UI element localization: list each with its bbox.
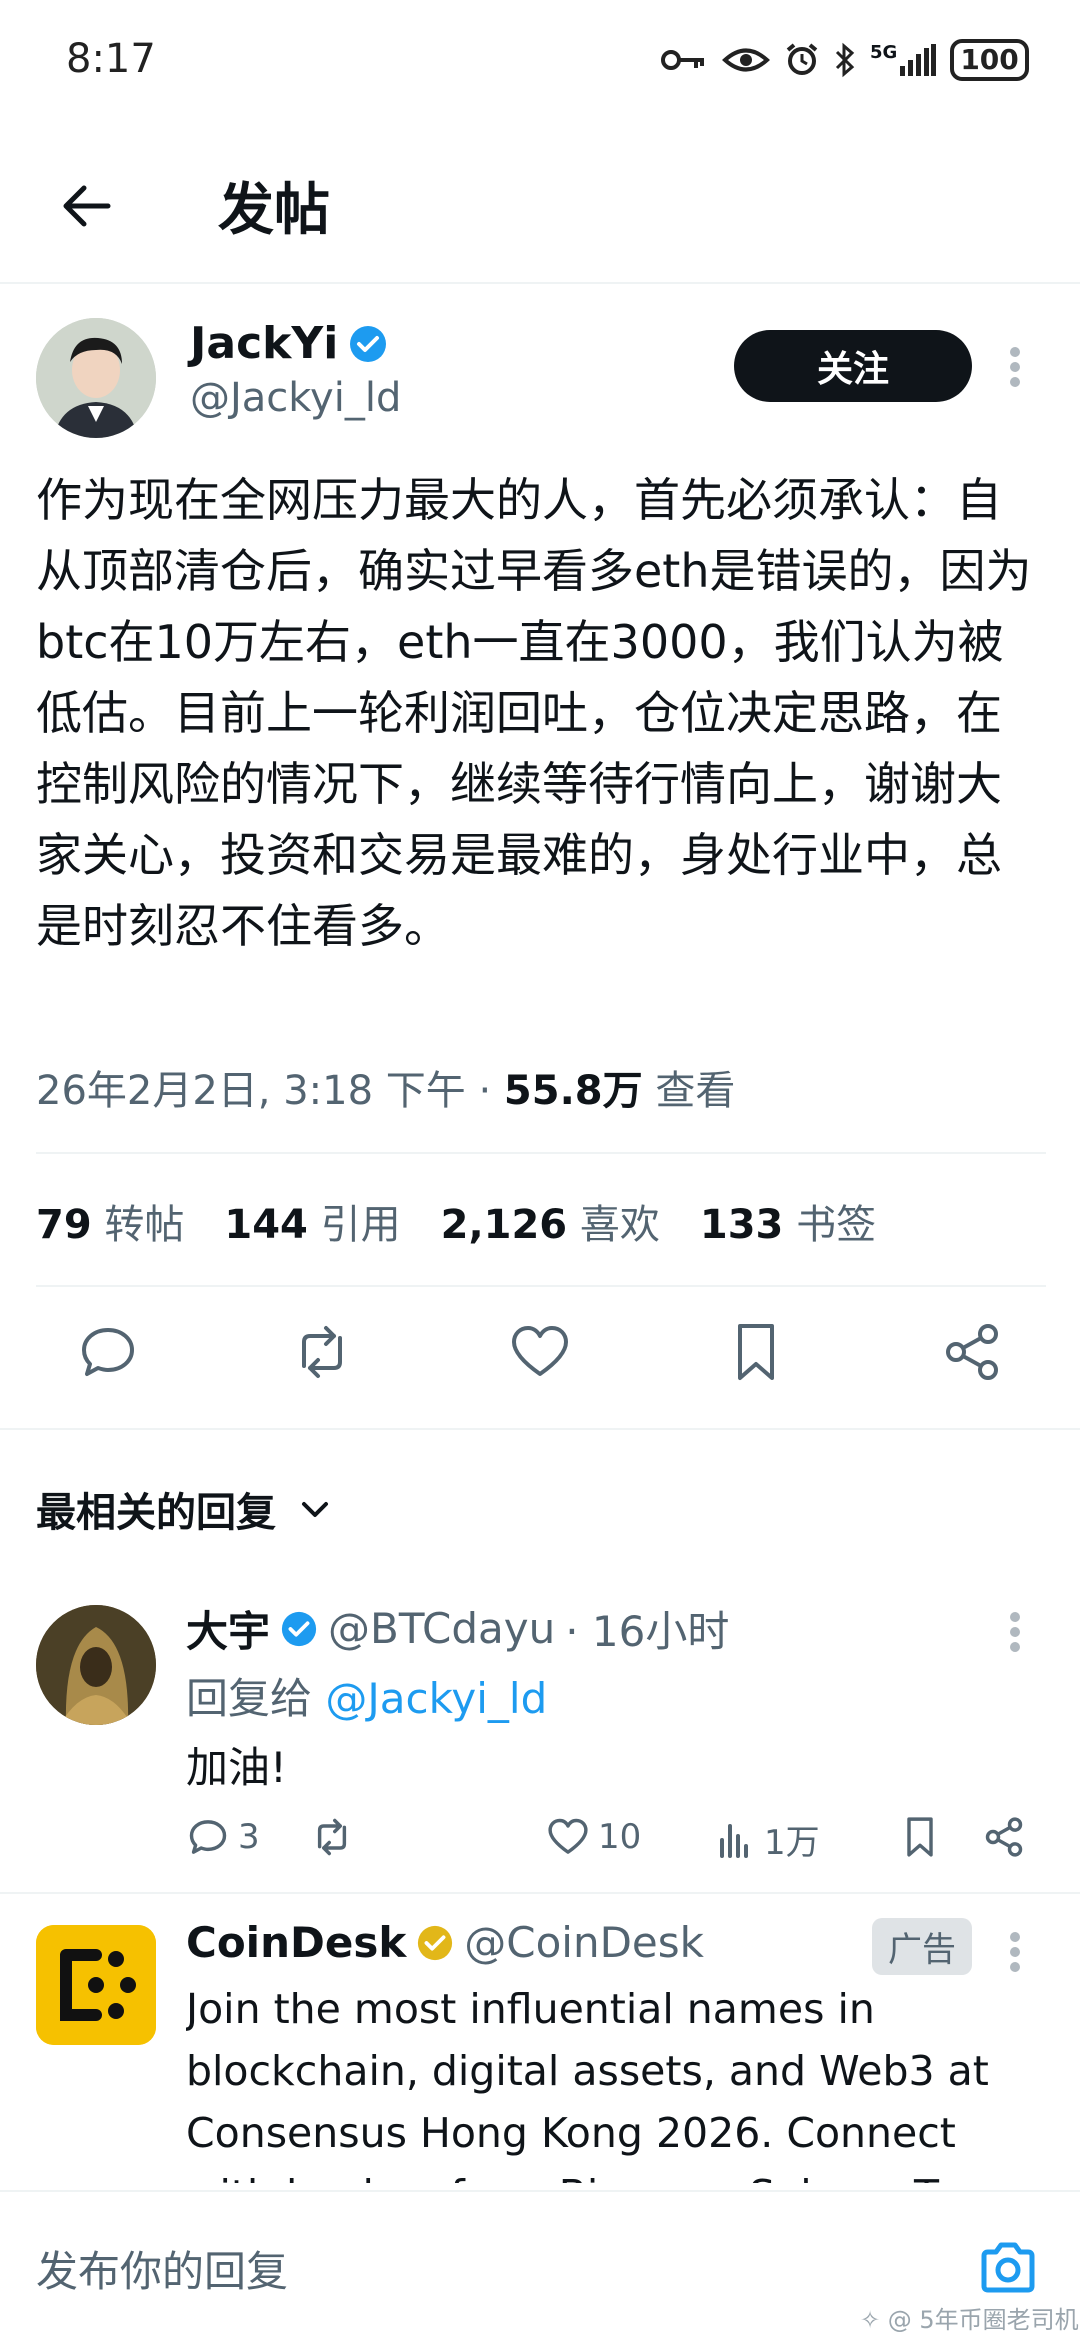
post-stats: 79 转帖 144 引用 2,126 喜欢 133 书签 [36, 1192, 876, 1250]
actions-divider [0, 1428, 1080, 1430]
post-views-label: 查看 [642, 1068, 736, 1114]
header-divider [0, 282, 1080, 284]
comment-button[interactable] [76, 1320, 140, 1384]
status-time: 8:17 [66, 36, 156, 82]
reply-comment-count: 3 [238, 1817, 260, 1857]
camera-button[interactable] [976, 2236, 1040, 2300]
status-icons: 5G 100 [660, 36, 1029, 84]
comment-icon [82, 1328, 134, 1376]
bookmark-icon [907, 1817, 933, 1857]
more-options-icon[interactable] [1008, 1930, 1022, 1974]
replies-sort-dropdown[interactable]: 最相关的回复 [36, 1480, 332, 1538]
meta-divider [36, 1152, 1046, 1154]
reply-views-count: 1万 [764, 1823, 820, 1863]
battery-indicator: 100 [950, 39, 1029, 81]
ad-text: Join the most influential names in block… [186, 1985, 1000, 2183]
share-button[interactable] [940, 1320, 1004, 1384]
share-icon [985, 1817, 1023, 1857]
reply-like-count: 10 [598, 1817, 642, 1857]
reply-comment-button[interactable]: 3 [186, 1815, 260, 1859]
author-avatar[interactable] [36, 318, 156, 438]
reply-bookmark-button[interactable] [898, 1815, 942, 1859]
ad-avatar[interactable] [36, 1925, 156, 2045]
reply-to-line: 回复给 @Jackyi_ld [186, 1665, 547, 1726]
signal-icon: 5G [870, 42, 937, 76]
post-date: 26年2月2日, 3:18 下午 · [36, 1068, 504, 1114]
stat-count: 2,126 [440, 1202, 568, 1248]
stat-label: 喜欢 [579, 1202, 660, 1248]
share-icon [946, 1324, 998, 1380]
reply-to-label: 回复给 [186, 1674, 326, 1723]
replies-sort-label: 最相关的回复 [36, 1490, 276, 1536]
repost-button[interactable] [290, 1320, 354, 1384]
network-type: 5G [870, 42, 898, 63]
more-options-icon[interactable] [1008, 345, 1022, 389]
camera-icon [981, 2242, 1035, 2293]
alarm-icon [784, 42, 820, 78]
bookmark-icon [738, 1324, 774, 1380]
reply-author-handle[interactable]: @BTCdayu [328, 1604, 555, 1653]
heart-icon [548, 1818, 588, 1854]
reply-header: 大宇 @BTCdayu · 16小时 [186, 1598, 729, 1659]
stat-reposts[interactable]: 79 转帖 [36, 1192, 184, 1250]
bluetooth-icon [834, 42, 856, 78]
ad-author-handle[interactable]: @CoinDesk [464, 1918, 704, 1967]
comment-icon [189, 1820, 227, 1854]
watermark: ✧ @ 5年币圈老司机 [860, 2306, 1079, 2334]
verified-badge-icon [280, 1610, 318, 1648]
verified-gold-badge-icon [416, 1924, 454, 1962]
reply-to-handle[interactable]: @Jackyi_ld [325, 1674, 547, 1723]
stat-label: 引用 [320, 1202, 401, 1248]
reply-repost-button[interactable] [310, 1815, 354, 1859]
ad-author-name[interactable]: CoinDesk [186, 1918, 406, 1967]
reply-author-name[interactable]: 大宇 [186, 1598, 270, 1659]
reply-text: 加油! [186, 1743, 287, 1792]
post-text: 作为现在全网压力最大的人，首先必须承认：自从顶部清仓后，确实过早看多eth是错误… [36, 473, 1032, 953]
stat-quotes[interactable]: 144 引用 [224, 1192, 400, 1250]
analytics-icon [720, 1823, 748, 1858]
repost-icon [317, 1818, 347, 1856]
reply-share-button[interactable] [982, 1815, 1026, 1859]
reply-views-button[interactable]: 1万 [716, 1815, 820, 1864]
reply-divider [0, 1892, 1080, 1894]
reply-avatar[interactable] [36, 1605, 156, 1725]
post-views-count: 55.8万 [503, 1068, 643, 1114]
bookmark-button[interactable] [724, 1320, 788, 1384]
key-icon [660, 45, 708, 75]
stat-count: 144 [224, 1202, 308, 1248]
reply-like-button[interactable]: 10 [546, 1815, 641, 1859]
stat-count: 79 [36, 1202, 92, 1248]
stats-divider [36, 1285, 1046, 1287]
post-meta: 26年2月2日, 3:18 下午 · 55.8万 查看 [36, 1058, 735, 1116]
verified-badge-icon [348, 324, 388, 364]
author-handle[interactable]: @Jackyi_ld [190, 375, 401, 421]
more-options-icon[interactable] [1008, 1610, 1022, 1654]
repost-icon [302, 1326, 342, 1378]
eye-icon [722, 45, 770, 75]
ad-badge: 广告 [872, 1918, 972, 1975]
heart-icon [512, 1326, 568, 1376]
page-title: 发帖 [218, 178, 330, 243]
reply-input-placeholder[interactable]: 发布你的回复 [36, 2238, 288, 2299]
back-button[interactable] [52, 170, 124, 242]
reply-time: · 16小时 [565, 1607, 730, 1656]
like-button[interactable] [508, 1320, 572, 1384]
stat-count: 133 [699, 1202, 784, 1248]
stat-label: 转帖 [104, 1202, 185, 1248]
stat-bookmarks[interactable]: 133 书签 [700, 1192, 876, 1250]
chevron-down-icon [302, 1502, 328, 1517]
stat-label: 书签 [796, 1202, 877, 1248]
reply-action-bar: 3 10 1万 [186, 1815, 1036, 1871]
author-name[interactable]: JackYi [190, 318, 338, 369]
ad-header: CoinDesk @CoinDesk [186, 1918, 704, 1967]
arrow-left-icon [63, 185, 111, 227]
author-name-row[interactable]: JackYi [190, 318, 388, 369]
post-action-bar [0, 1312, 1080, 1402]
stat-likes[interactable]: 2,126 喜欢 [441, 1192, 660, 1250]
follow-button[interactable]: 关注 [734, 330, 972, 402]
